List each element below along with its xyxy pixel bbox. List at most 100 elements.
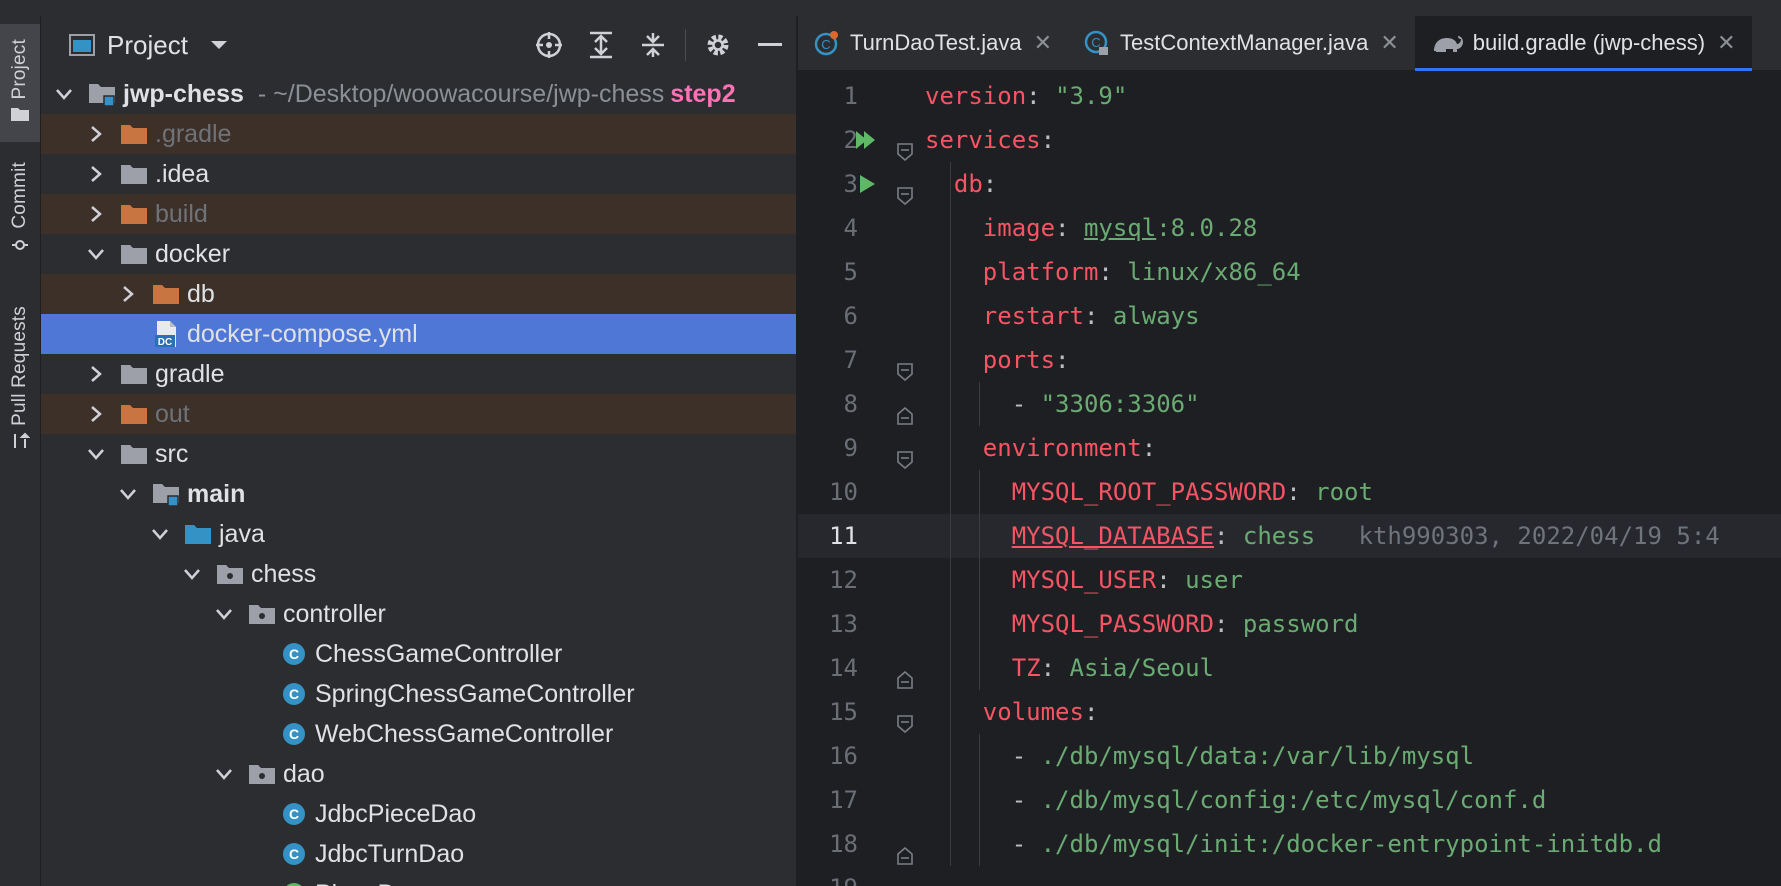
fold-open-icon[interactable] [897,175,913,206]
fold-open-icon[interactable] [897,703,913,734]
gear-icon[interactable] [692,16,744,74]
chevron-right-icon[interactable] [83,361,109,387]
tree-folder-item[interactable]: gradle [41,354,796,394]
fold-open-icon[interactable] [897,351,913,382]
tree-file-item[interactable]: C SpringChessGameController [41,674,796,714]
code-line[interactable]: 17 - ./db/mysql/config:/etc/mysql/conf.d [798,778,1781,822]
stripe-commit-button[interactable]: Commit [0,156,40,266]
folder-blue-icon [183,521,213,547]
tree-item-label: SpringChessGameController [315,679,635,708]
chevron-down-icon[interactable] [51,81,77,107]
code-text: MYSQL_ROOT_PASSWORD: root [1012,470,1373,514]
tree-folder-item[interactable]: .idea [41,154,796,194]
tree-folder-item[interactable]: main [41,474,796,514]
chevron-down-icon[interactable] [83,441,109,467]
tree-folder-item[interactable]: dao [41,754,796,794]
chevron-right-icon[interactable] [83,121,109,147]
code-line[interactable]: 5 platform: linux/x86_64 [798,250,1781,294]
chevron-right-icon[interactable] [83,401,109,427]
code-line[interactable]: 6 restart: always [798,294,1781,338]
tab-turndaotest[interactable]: C TurnDaoTest.java ✕ [798,16,1068,70]
fold-end-icon[interactable] [897,395,913,425]
close-icon[interactable]: ✕ [1380,30,1398,56]
tree-file-item[interactable]: C JdbcPieceDao [41,794,796,834]
svg-text:DC: DC [158,337,172,348]
tree-folder-item[interactable]: db [41,274,796,314]
stripe-pull-requests-button[interactable]: Pull Requests [0,291,40,471]
close-icon[interactable]: ✕ [1717,30,1735,56]
expand-all-icon[interactable] [575,16,627,74]
run-all-icon[interactable] [852,118,882,162]
code-line[interactable]: 1 version: "3.9" [798,74,1781,118]
tree-folder-item[interactable]: java [41,514,796,554]
test-class-icon: C [814,30,840,56]
code-token: platform [982,258,1099,286]
tree-folder-item[interactable]: controller [41,594,796,634]
tree-folder-item[interactable]: build [41,194,796,234]
chevron-right-icon[interactable] [83,161,109,187]
fold-open-icon[interactable] [897,131,913,162]
tree-file-item[interactable]: I PieceDao [41,874,796,886]
close-icon[interactable]: ✕ [1034,30,1052,56]
code-token: : [1156,566,1186,594]
tree-folder-item[interactable]: out [41,394,796,434]
code-line[interactable]: 10 MYSQL_ROOT_PASSWORD: root [798,470,1781,514]
code-line[interactable]: 15 volumes: [798,690,1781,734]
folder-icon [10,106,30,127]
code-token: MYSQL_USER [1011,566,1157,594]
code-line[interactable]: 18 - ./db/mysql/init:/docker-entrypoint-i… [798,822,1781,866]
chevron-down-icon[interactable] [211,761,237,787]
code-editor[interactable]: 1 version: "3.9" 2 services: 3 db: 4 image: mys… [798,74,1781,886]
hide-icon[interactable] [744,16,796,74]
code-token: mysql [1083,214,1157,242]
project-view-selector[interactable]: Project [69,30,228,61]
chevron-right-icon[interactable] [115,281,141,307]
code-line[interactable]: 2 services: [798,118,1781,162]
line-number: 9 [843,434,858,462]
tree-file-item[interactable]: C ChessGameController [41,634,796,674]
tree-file-item[interactable]: C JdbcTurnDao [41,834,796,874]
code-line[interactable]: 16 - ./db/mysql/data:/var/lib/mysql [798,734,1781,778]
code-line[interactable]: 3 db: [798,162,1781,206]
fold-end-icon[interactable] [897,659,913,689]
tree-folder-item[interactable]: .gradle [41,114,796,154]
class-icon: C [279,641,309,667]
fold-open-icon[interactable] [897,439,913,470]
chevron-down-icon[interactable] [211,601,237,627]
code-line[interactable]: 7 ports: [798,338,1781,382]
code-line[interactable]: 9 environment: [798,426,1781,470]
fold-end-icon[interactable] [897,835,913,865]
code-text: restart: always [983,294,1200,338]
chevron-down-icon[interactable] [147,521,173,547]
chevron-right-icon[interactable] [83,201,109,227]
tab-testcontextmanager[interactable]: C TestContextManager.java ✕ [1068,16,1415,70]
tree-item-label: main [187,479,246,508]
code-text: MYSQL_USER: user [1012,558,1243,602]
code-token: : [1098,258,1128,286]
code-line[interactable]: 12 MYSQL_USER: user [798,558,1781,602]
project-window-icon [69,34,95,56]
stripe-project-button[interactable]: Project [0,24,40,142]
code-line[interactable]: 11 MYSQL_DATABASE: chess kth990303, 2022/… [798,514,1781,558]
code-line[interactable]: 13 MYSQL_PASSWORD: password [798,602,1781,646]
code-line[interactable]: 8 - "3306:3306" [798,382,1781,426]
code-line[interactable]: 4 image: mysql:8.0.28 [798,206,1781,250]
tree-file-item[interactable]: C WebChessGameController [41,714,796,754]
tree-folder-item[interactable]: docker [41,234,796,274]
code-token: : [1055,346,1070,374]
code-line[interactable]: 19 [798,866,1781,886]
tab-build-gradle[interactable]: build.gradle (jwp-chess) ✕ [1414,16,1752,71]
tree-folder-item[interactable]: src [41,434,796,474]
chevron-down-icon[interactable] [115,481,141,507]
run-icon[interactable] [852,162,882,206]
tree-folder-item[interactable]: jwp-chess - ~/Desktop/woowacourse/jwp-che… [41,74,796,114]
tree-file-item[interactable]: DC docker-compose.yml [41,314,796,354]
tree-folder-item[interactable]: chess [41,554,796,594]
collapse-all-icon[interactable] [627,16,679,74]
locate-icon[interactable] [523,16,575,74]
chevron-down-icon[interactable] [83,241,109,267]
stripe-commit-label: Commit [9,162,30,229]
code-line[interactable]: 14 TZ: Asia/Seoul [798,646,1781,690]
chevron-down-icon[interactable] [179,561,205,587]
